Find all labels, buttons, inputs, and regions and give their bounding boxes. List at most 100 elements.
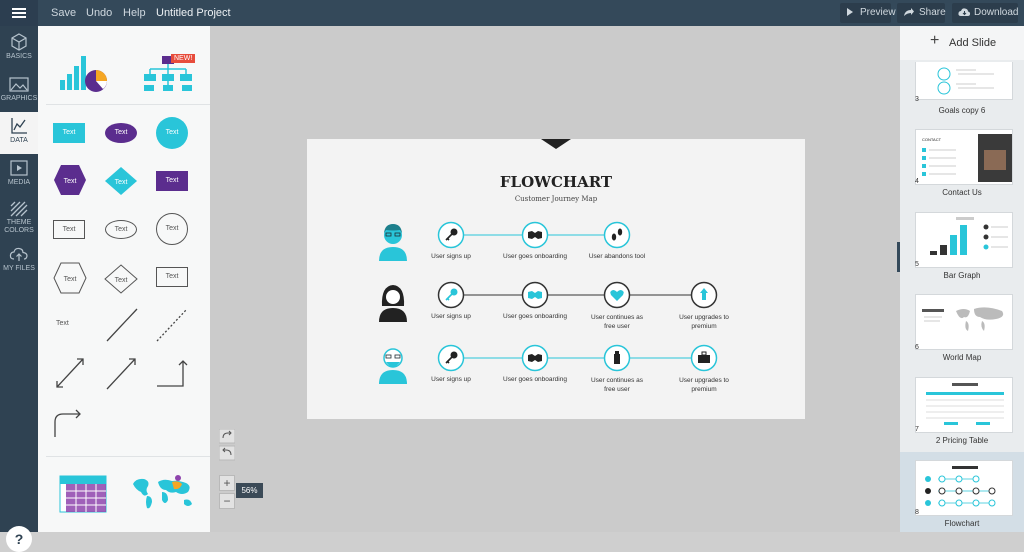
diamond-shape-filled[interactable]: Text — [104, 166, 138, 196]
save-menu[interactable]: Save — [51, 0, 76, 26]
slide-thumbnail[interactable] — [915, 212, 1013, 268]
circle-shape-filled[interactable]: Text — [156, 117, 188, 149]
nav-my-files[interactable]: MY FILES — [0, 240, 38, 282]
nav-graphics[interactable]: GRAPHICS — [0, 70, 38, 112]
nav-theme-colors[interactable]: THEME COLORS — [0, 196, 38, 244]
slide-number: 4 — [915, 178, 919, 185]
nav-data[interactable]: DATA — [0, 112, 38, 154]
rectangle-shape-outline[interactable]: Text — [53, 220, 85, 239]
cloud-download-icon — [958, 8, 971, 16]
step-label: User goes onboarding — [503, 376, 567, 383]
slide-number: 7 — [915, 426, 919, 433]
share-button[interactable]: Share — [897, 3, 946, 23]
step-circle-icon — [437, 344, 465, 372]
step-circle-icon — [521, 344, 549, 372]
undo-menu[interactable]: Undo — [86, 0, 112, 26]
chart-icon — [11, 118, 27, 134]
elbow-arrow-shape[interactable] — [156, 356, 188, 390]
zoom-out-button[interactable]: − — [219, 493, 235, 509]
world-map-widget-icon[interactable] — [130, 472, 196, 514]
nav-basics-label: BASICS — [6, 53, 32, 60]
bar-graph-thumbnail-graphic — [930, 217, 1008, 255]
zoom-in-button[interactable]: + — [219, 475, 235, 491]
slide-number: 3 — [915, 96, 919, 103]
slide-thumbnail[interactable] — [915, 377, 1013, 433]
zoom-level: 56% — [236, 483, 263, 498]
step-circle-icon — [603, 281, 631, 309]
preview-button[interactable]: Preview — [840, 3, 896, 23]
arrow-double-shape[interactable] — [54, 356, 86, 390]
hexagon-shape-filled[interactable]: Text — [53, 164, 87, 196]
new-badge: NEW! — [171, 54, 196, 63]
step-circle-icon — [690, 344, 718, 372]
diamond-shape-outline[interactable]: Text — [104, 264, 138, 294]
image-icon — [9, 77, 29, 92]
square-shape-filled[interactable]: Text — [156, 171, 188, 191]
arrow-shape[interactable] — [106, 356, 138, 390]
step-label: User goes onboarding — [503, 253, 567, 260]
dashed-line-shape[interactable] — [156, 308, 188, 342]
step-circle-icon — [690, 281, 718, 309]
goals-thumbnail-graphic — [937, 67, 994, 95]
hamburger-menu-icon[interactable] — [0, 0, 38, 26]
step-circle-icon — [603, 344, 631, 372]
slide-canvas[interactable]: FLOWCHART Customer Journey Map User sign… — [307, 139, 805, 419]
plus-icon: + — [930, 32, 940, 49]
slide-title-label: World Map — [942, 353, 982, 362]
square-shape-outline[interactable]: Text — [156, 267, 188, 287]
hexagon-shape-outline[interactable]: Text — [53, 262, 87, 294]
world-map-thumbnail-graphic — [922, 307, 1004, 331]
table-widget-icon[interactable] — [58, 474, 108, 514]
slide-title-label: 2 Pricing Table — [935, 436, 989, 445]
hexagon-filled-text: Text — [64, 178, 77, 185]
nav-media[interactable]: MEDIA — [0, 154, 38, 196]
ellipse-shape-outline[interactable]: Text — [105, 220, 137, 239]
download-button[interactable]: Download — [952, 3, 1018, 23]
slide-title-label: Bar Graph — [943, 271, 981, 280]
help-menu[interactable]: Help — [123, 0, 146, 26]
step-circle-icon — [437, 221, 465, 249]
curved-arrow-shape[interactable] — [54, 406, 86, 440]
contact-thumbnail-graphic: CONTACT — [922, 134, 1012, 182]
diamond-outline-text: Text — [115, 277, 128, 284]
shapes-panel: NEW! Text Text Text Text Text Text Text … — [38, 26, 236, 532]
step-label: User continues as free user — [590, 377, 644, 393]
diamond-filled-text: Text — [115, 179, 128, 186]
flowchart-thumbnail-graphic — [925, 466, 996, 507]
share-icon — [904, 8, 914, 16]
step-circle-icon — [603, 221, 631, 249]
help-button[interactable]: ? — [6, 526, 32, 552]
add-slide-button[interactable]: + Add Slide — [900, 26, 1024, 60]
chart-widget-icon[interactable] — [58, 52, 108, 94]
nav-media-label: MEDIA — [7, 179, 31, 186]
pricing-table-thumbnail-graphic — [926, 383, 1004, 425]
step-circle-icon — [521, 221, 549, 249]
slide-number: 6 — [915, 344, 919, 351]
slide-thumbnail[interactable]: CONTACT — [915, 129, 1013, 185]
person-avatar-icon — [379, 348, 407, 384]
add-slide-label: Add Slide — [949, 37, 997, 49]
play-icon — [847, 8, 853, 16]
project-title[interactable]: Untitled Project — [156, 0, 231, 26]
step-label: User signs up — [431, 376, 471, 383]
stripes-icon — [10, 201, 28, 217]
slide-thumbnail[interactable] — [915, 62, 1013, 100]
slide-thumbnail-selected[interactable] — [915, 460, 1013, 516]
line-shape[interactable] — [106, 308, 138, 342]
step-label: User continues as free user — [590, 314, 644, 330]
circle-shape-outline[interactable]: Text — [156, 213, 188, 245]
rectangle-shape-filled[interactable]: Text — [53, 123, 85, 143]
share-label: Share — [919, 7, 946, 18]
text-shape[interactable]: Text — [56, 320, 69, 327]
step-circle-icon — [521, 281, 549, 309]
step-label: User abandons tool — [588, 253, 646, 260]
ellipse-shape-filled[interactable]: Text — [105, 123, 137, 143]
nav-graphics-label: GRAPHICS — [0, 95, 38, 102]
cloud-upload-icon — [9, 247, 28, 261]
svg-text:CONTACT: CONTACT — [922, 137, 942, 142]
play-icon — [10, 160, 28, 176]
slide-thumbnail[interactable] — [915, 294, 1013, 350]
nav-basics[interactable]: BASICS — [0, 28, 38, 70]
rotate-controls — [219, 429, 235, 461]
left-nav: BASICS GRAPHICS DATA MEDIA THEME COLORS … — [0, 26, 38, 552]
